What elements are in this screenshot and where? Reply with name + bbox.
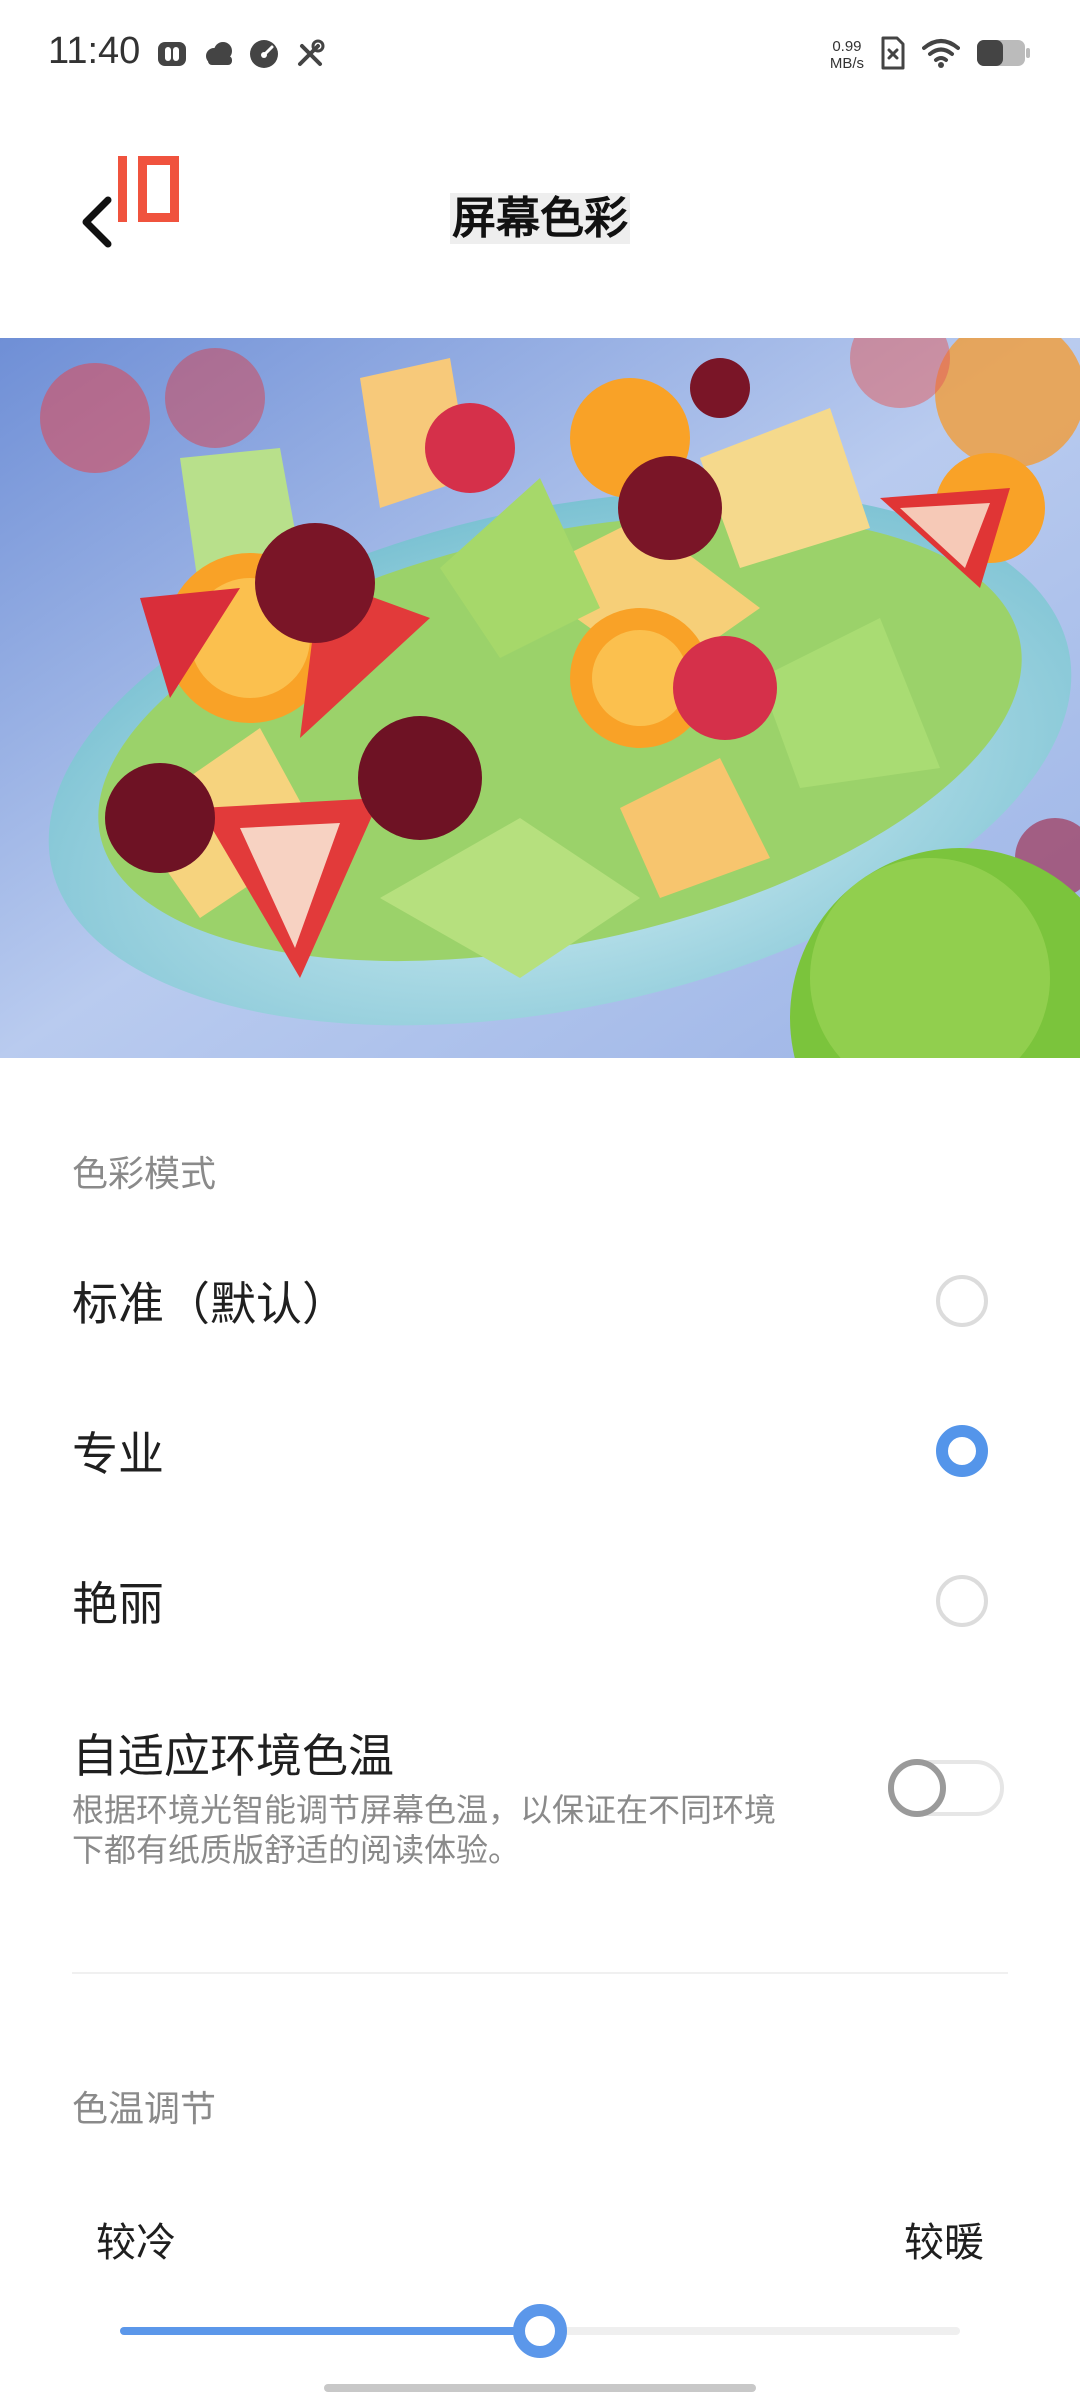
wifi-icon (922, 38, 960, 72)
radio-unselected[interactable] (936, 1275, 988, 1327)
adaptive-description: 根据环境光智能调节屏幕色温，以保证在不同环境下都有纸质版舒适的阅读体验。 (72, 1791, 777, 1869)
page-title: 屏幕色彩 (450, 193, 630, 244)
radio-unselected[interactable] (936, 1575, 988, 1627)
color-preview-image (0, 338, 1080, 1058)
status-notification-icons (156, 38, 326, 70)
vpn-icon (156, 38, 188, 70)
status-bar: 11:40 0.99 MB/s (0, 0, 1080, 112)
option-label: 艳丽 (72, 1577, 164, 1631)
slider-fill (120, 2327, 540, 2335)
tools-icon (294, 38, 326, 70)
slider-thumb[interactable] (513, 2304, 567, 2358)
option-label: 标准（默认） (72, 1277, 348, 1331)
radio-selected[interactable] (936, 1425, 988, 1477)
network-speed-unit: MB/s (829, 55, 864, 72)
status-system-icons: 0.99 MB/s (830, 36, 1032, 74)
toggle-knob (888, 1759, 946, 1817)
color-mode-option-vivid[interactable]: 艳丽 (0, 1526, 1080, 1676)
speed-gauge-icon (248, 38, 280, 70)
app-bar: 屏幕色彩 (0, 112, 1080, 312)
warmer-label: 较暖 (904, 2220, 984, 2266)
sim-error-icon (880, 36, 906, 74)
cloud-icon (202, 38, 234, 70)
color-mode-option-professional[interactable]: 专业 (0, 1376, 1080, 1526)
option-label: 专业 (72, 1427, 164, 1481)
color-mode-option-standard[interactable]: 标准（默认） (0, 1226, 1080, 1376)
color-mode-section-label: 色彩模式 (72, 1154, 217, 1195)
adaptive-title: 自适应环境色温 (72, 1729, 394, 1783)
battery-icon (976, 38, 1032, 72)
adaptive-toggle-switch[interactable] (888, 1759, 1004, 1817)
divider (72, 1972, 1008, 1974)
home-indicator[interactable] (324, 2384, 756, 2392)
color-temperature-slider[interactable] (120, 2300, 960, 2360)
network-speed-value: 0.99 (832, 38, 862, 55)
cooler-label: 较冷 (96, 2220, 176, 2266)
status-time: 11:40 (48, 30, 141, 72)
color-temperature-section-label: 色温调节 (72, 2089, 217, 2130)
adaptive-color-temperature-row[interactable]: 自适应环境色温 根据环境光智能调节屏幕色温，以保证在不同环境下都有纸质版舒适的阅… (0, 1700, 1080, 1890)
network-speed: 0.99 MB/s (830, 38, 864, 72)
